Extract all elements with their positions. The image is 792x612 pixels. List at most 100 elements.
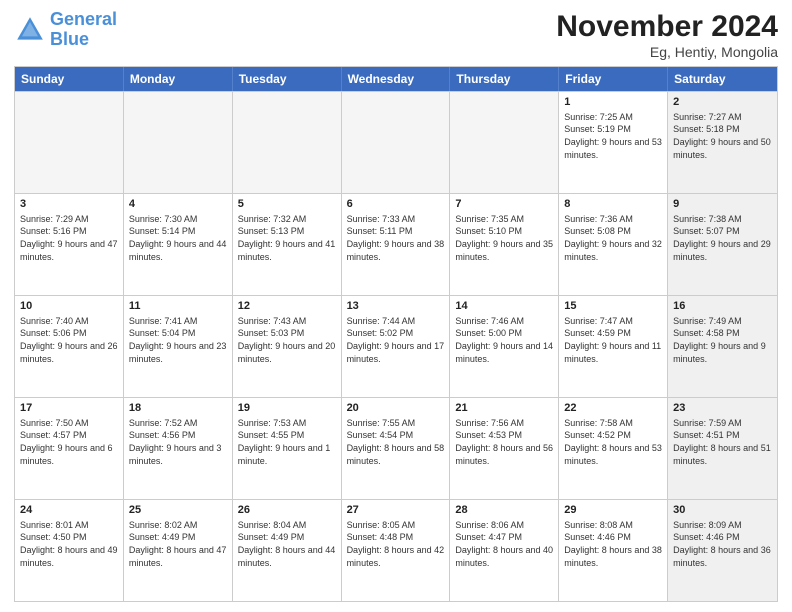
weekday-header-monday: Monday bbox=[124, 67, 233, 91]
logo: General Blue bbox=[14, 10, 117, 50]
calendar-cell-empty bbox=[124, 92, 233, 193]
calendar-cell-26: 26Sunrise: 8:04 AM Sunset: 4:49 PM Dayli… bbox=[233, 500, 342, 601]
day-number: 12 bbox=[238, 299, 336, 314]
calendar-row-3: 17Sunrise: 7:50 AM Sunset: 4:57 PM Dayli… bbox=[15, 397, 777, 499]
day-number: 18 bbox=[129, 401, 227, 416]
day-info: Sunrise: 7:36 AM Sunset: 5:08 PM Dayligh… bbox=[564, 213, 662, 263]
calendar-cell-5: 5Sunrise: 7:32 AM Sunset: 5:13 PM Daylig… bbox=[233, 194, 342, 295]
calendar-header: SundayMondayTuesdayWednesdayThursdayFrid… bbox=[15, 67, 777, 91]
calendar-cell-20: 20Sunrise: 7:55 AM Sunset: 4:54 PM Dayli… bbox=[342, 398, 451, 499]
day-info: Sunrise: 8:01 AM Sunset: 4:50 PM Dayligh… bbox=[20, 519, 118, 569]
day-number: 2 bbox=[673, 95, 772, 110]
day-number: 8 bbox=[564, 197, 662, 212]
day-number: 5 bbox=[238, 197, 336, 212]
weekday-header-wednesday: Wednesday bbox=[342, 67, 451, 91]
day-info: Sunrise: 7:27 AM Sunset: 5:18 PM Dayligh… bbox=[673, 111, 772, 161]
calendar-cell-4: 4Sunrise: 7:30 AM Sunset: 5:14 PM Daylig… bbox=[124, 194, 233, 295]
day-info: Sunrise: 8:06 AM Sunset: 4:47 PM Dayligh… bbox=[455, 519, 553, 569]
day-number: 15 bbox=[564, 299, 662, 314]
calendar-cell-27: 27Sunrise: 8:05 AM Sunset: 4:48 PM Dayli… bbox=[342, 500, 451, 601]
calendar-row-1: 3Sunrise: 7:29 AM Sunset: 5:16 PM Daylig… bbox=[15, 193, 777, 295]
weekday-header-tuesday: Tuesday bbox=[233, 67, 342, 91]
day-info: Sunrise: 7:49 AM Sunset: 4:58 PM Dayligh… bbox=[673, 315, 772, 365]
calendar-cell-7: 7Sunrise: 7:35 AM Sunset: 5:10 PM Daylig… bbox=[450, 194, 559, 295]
calendar-cell-28: 28Sunrise: 8:06 AM Sunset: 4:47 PM Dayli… bbox=[450, 500, 559, 601]
day-number: 29 bbox=[564, 503, 662, 518]
calendar-cell-17: 17Sunrise: 7:50 AM Sunset: 4:57 PM Dayli… bbox=[15, 398, 124, 499]
calendar-cell-11: 11Sunrise: 7:41 AM Sunset: 5:04 PM Dayli… bbox=[124, 296, 233, 397]
logo-line2: Blue bbox=[50, 29, 89, 49]
day-info: Sunrise: 7:30 AM Sunset: 5:14 PM Dayligh… bbox=[129, 213, 227, 263]
calendar-cell-30: 30Sunrise: 8:09 AM Sunset: 4:46 PM Dayli… bbox=[668, 500, 777, 601]
day-number: 4 bbox=[129, 197, 227, 212]
calendar-cell-2: 2Sunrise: 7:27 AM Sunset: 5:18 PM Daylig… bbox=[668, 92, 777, 193]
month-title: November 2024 bbox=[556, 10, 778, 44]
location: Eg, Hentiy, Mongolia bbox=[556, 44, 778, 60]
calendar-cell-empty bbox=[233, 92, 342, 193]
weekday-header-friday: Friday bbox=[559, 67, 668, 91]
day-number: 25 bbox=[129, 503, 227, 518]
day-number: 10 bbox=[20, 299, 118, 314]
day-number: 30 bbox=[673, 503, 772, 518]
calendar-cell-8: 8Sunrise: 7:36 AM Sunset: 5:08 PM Daylig… bbox=[559, 194, 668, 295]
day-info: Sunrise: 7:55 AM Sunset: 4:54 PM Dayligh… bbox=[347, 417, 445, 467]
day-info: Sunrise: 7:25 AM Sunset: 5:19 PM Dayligh… bbox=[564, 111, 662, 161]
day-info: Sunrise: 7:43 AM Sunset: 5:03 PM Dayligh… bbox=[238, 315, 336, 365]
day-info: Sunrise: 7:52 AM Sunset: 4:56 PM Dayligh… bbox=[129, 417, 227, 467]
day-number: 22 bbox=[564, 401, 662, 416]
calendar-cell-23: 23Sunrise: 7:59 AM Sunset: 4:51 PM Dayli… bbox=[668, 398, 777, 499]
calendar-cell-1: 1Sunrise: 7:25 AM Sunset: 5:19 PM Daylig… bbox=[559, 92, 668, 193]
header: General Blue November 2024 Eg, Hentiy, M… bbox=[14, 10, 778, 60]
day-number: 11 bbox=[129, 299, 227, 314]
day-info: Sunrise: 8:04 AM Sunset: 4:49 PM Dayligh… bbox=[238, 519, 336, 569]
day-info: Sunrise: 7:59 AM Sunset: 4:51 PM Dayligh… bbox=[673, 417, 772, 467]
day-info: Sunrise: 7:40 AM Sunset: 5:06 PM Dayligh… bbox=[20, 315, 118, 365]
day-number: 28 bbox=[455, 503, 553, 518]
page: General Blue November 2024 Eg, Hentiy, M… bbox=[0, 0, 792, 612]
calendar-cell-14: 14Sunrise: 7:46 AM Sunset: 5:00 PM Dayli… bbox=[450, 296, 559, 397]
day-info: Sunrise: 7:29 AM Sunset: 5:16 PM Dayligh… bbox=[20, 213, 118, 263]
day-info: Sunrise: 7:44 AM Sunset: 5:02 PM Dayligh… bbox=[347, 315, 445, 365]
calendar-cell-13: 13Sunrise: 7:44 AM Sunset: 5:02 PM Dayli… bbox=[342, 296, 451, 397]
day-info: Sunrise: 7:33 AM Sunset: 5:11 PM Dayligh… bbox=[347, 213, 445, 263]
day-number: 1 bbox=[564, 95, 662, 110]
calendar-cell-3: 3Sunrise: 7:29 AM Sunset: 5:16 PM Daylig… bbox=[15, 194, 124, 295]
calendar-cell-empty bbox=[15, 92, 124, 193]
day-number: 19 bbox=[238, 401, 336, 416]
calendar-cell-10: 10Sunrise: 7:40 AM Sunset: 5:06 PM Dayli… bbox=[15, 296, 124, 397]
day-number: 7 bbox=[455, 197, 553, 212]
logo-line1: General bbox=[50, 9, 117, 29]
day-number: 24 bbox=[20, 503, 118, 518]
calendar-cell-empty bbox=[342, 92, 451, 193]
day-info: Sunrise: 8:09 AM Sunset: 4:46 PM Dayligh… bbox=[673, 519, 772, 569]
calendar-cell-29: 29Sunrise: 8:08 AM Sunset: 4:46 PM Dayli… bbox=[559, 500, 668, 601]
title-block: November 2024 Eg, Hentiy, Mongolia bbox=[556, 10, 778, 60]
day-info: Sunrise: 7:56 AM Sunset: 4:53 PM Dayligh… bbox=[455, 417, 553, 467]
day-number: 3 bbox=[20, 197, 118, 212]
calendar-cell-22: 22Sunrise: 7:58 AM Sunset: 4:52 PM Dayli… bbox=[559, 398, 668, 499]
weekday-header-sunday: Sunday bbox=[15, 67, 124, 91]
day-number: 13 bbox=[347, 299, 445, 314]
calendar-row-2: 10Sunrise: 7:40 AM Sunset: 5:06 PM Dayli… bbox=[15, 295, 777, 397]
calendar-cell-empty bbox=[450, 92, 559, 193]
day-number: 16 bbox=[673, 299, 772, 314]
day-number: 26 bbox=[238, 503, 336, 518]
day-info: Sunrise: 7:50 AM Sunset: 4:57 PM Dayligh… bbox=[20, 417, 118, 467]
day-number: 27 bbox=[347, 503, 445, 518]
calendar-cell-6: 6Sunrise: 7:33 AM Sunset: 5:11 PM Daylig… bbox=[342, 194, 451, 295]
day-info: Sunrise: 8:08 AM Sunset: 4:46 PM Dayligh… bbox=[564, 519, 662, 569]
calendar-cell-25: 25Sunrise: 8:02 AM Sunset: 4:49 PM Dayli… bbox=[124, 500, 233, 601]
calendar-row-4: 24Sunrise: 8:01 AM Sunset: 4:50 PM Dayli… bbox=[15, 499, 777, 601]
calendar-cell-9: 9Sunrise: 7:38 AM Sunset: 5:07 PM Daylig… bbox=[668, 194, 777, 295]
day-info: Sunrise: 8:05 AM Sunset: 4:48 PM Dayligh… bbox=[347, 519, 445, 569]
logo-icon bbox=[14, 14, 46, 46]
calendar-cell-19: 19Sunrise: 7:53 AM Sunset: 4:55 PM Dayli… bbox=[233, 398, 342, 499]
calendar-cell-18: 18Sunrise: 7:52 AM Sunset: 4:56 PM Dayli… bbox=[124, 398, 233, 499]
day-number: 14 bbox=[455, 299, 553, 314]
weekday-header-thursday: Thursday bbox=[450, 67, 559, 91]
day-info: Sunrise: 7:47 AM Sunset: 4:59 PM Dayligh… bbox=[564, 315, 662, 365]
weekday-header-saturday: Saturday bbox=[668, 67, 777, 91]
day-number: 20 bbox=[347, 401, 445, 416]
day-number: 6 bbox=[347, 197, 445, 212]
logo-text: General Blue bbox=[50, 10, 117, 50]
